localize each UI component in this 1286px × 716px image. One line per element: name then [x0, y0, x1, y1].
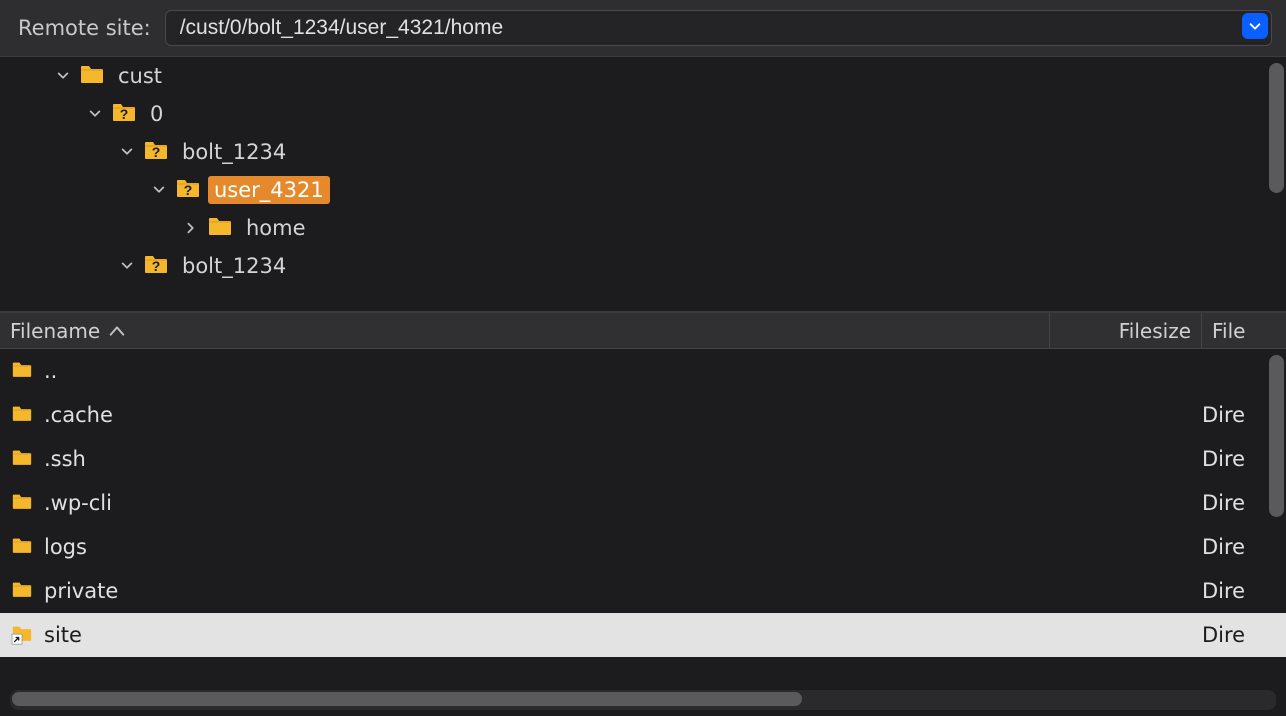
file-name: site [44, 623, 1050, 647]
file-type: Dire [1202, 403, 1262, 427]
directory-tree-pane: cust0bolt_1234user_4321homebolt_1234 [0, 57, 1286, 313]
file-type: Dire [1202, 623, 1262, 647]
file-type: Dire [1202, 535, 1262, 559]
chevron-down-icon[interactable] [118, 259, 136, 273]
folder-shortcut-icon [0, 625, 44, 645]
column-header-filetype-label: File [1212, 319, 1245, 343]
file-name: .. [44, 359, 1050, 383]
file-list-header: Filename Filesize File [0, 313, 1286, 349]
tree-item[interactable]: bolt_1234 [0, 247, 1286, 285]
folder-icon [0, 537, 44, 557]
tree-item-label: cust [112, 62, 168, 90]
chevron-down-icon[interactable] [118, 145, 136, 159]
path-dropdown-button[interactable] [1242, 13, 1268, 39]
file-row[interactable]: .. [0, 349, 1286, 393]
folder-icon [0, 493, 44, 513]
tree-item[interactable]: cust [0, 57, 1286, 95]
column-header-filesize-label: Filesize [1119, 319, 1191, 343]
tree-item-label: 0 [144, 100, 169, 128]
file-row[interactable]: .cache Dire [0, 393, 1286, 437]
folder-icon [208, 216, 232, 241]
tree-item[interactable]: user_4321 [0, 171, 1286, 209]
tree-item[interactable]: home [0, 209, 1286, 247]
file-row[interactable]: logs Dire [0, 525, 1286, 569]
remote-site-bar: Remote site: [0, 0, 1286, 57]
tree-scrollbar-thumb[interactable] [1269, 63, 1284, 193]
column-header-filename[interactable]: Filename [0, 313, 1050, 348]
file-list-scrollbar-thumb[interactable] [1269, 355, 1284, 517]
folder-unknown-icon [176, 178, 200, 203]
file-name: private [44, 579, 1050, 603]
file-row[interactable]: private Dire [0, 569, 1286, 613]
file-name: .wp-cli [44, 491, 1050, 515]
folder-unknown-icon [112, 102, 136, 127]
file-name: .ssh [44, 447, 1050, 471]
file-row[interactable]: site Dire [0, 613, 1286, 657]
chevron-down-icon[interactable] [86, 107, 104, 121]
folder-icon [0, 361, 44, 381]
file-type: Dire [1202, 491, 1262, 515]
file-list-pane: ...cacheDire.sshDire.wp-cliDirelogsDirep… [0, 349, 1286, 686]
chevron-down-icon [1248, 19, 1262, 33]
tree-item-label: bolt_1234 [176, 138, 292, 166]
file-row[interactable]: .ssh Dire [0, 437, 1286, 481]
chevron-right-icon[interactable] [182, 221, 200, 235]
tree-item[interactable]: 0 [0, 95, 1286, 133]
folder-icon [0, 449, 44, 469]
folder-unknown-icon [144, 140, 168, 165]
folder-icon [0, 581, 44, 601]
file-type: Dire [1202, 579, 1262, 603]
column-header-filesize[interactable]: Filesize [1050, 313, 1202, 348]
remote-path-input[interactable] [165, 10, 1272, 46]
column-header-filetype[interactable]: File [1202, 313, 1262, 348]
file-type: Dire [1202, 447, 1262, 471]
chevron-down-icon[interactable] [150, 183, 168, 197]
horizontal-scrollbar-track[interactable] [10, 690, 1276, 710]
tree-item[interactable]: bolt_1234 [0, 133, 1286, 171]
folder-unknown-icon [144, 254, 168, 279]
folder-icon [80, 64, 104, 89]
tree-item-label: bolt_1234 [176, 252, 292, 280]
chevron-down-icon[interactable] [54, 69, 72, 83]
tree-item-label: home [240, 214, 312, 242]
sort-ascending-icon [108, 324, 126, 338]
file-row[interactable]: .wp-cli Dire [0, 481, 1286, 525]
file-name: .cache [44, 403, 1050, 427]
folder-icon [0, 405, 44, 425]
file-name: logs [44, 535, 1050, 559]
horizontal-scrollbar-thumb[interactable] [12, 692, 802, 706]
tree-item-label: user_4321 [208, 176, 330, 204]
remote-site-label: Remote site: [18, 16, 151, 40]
column-header-filename-label: Filename [10, 319, 100, 343]
